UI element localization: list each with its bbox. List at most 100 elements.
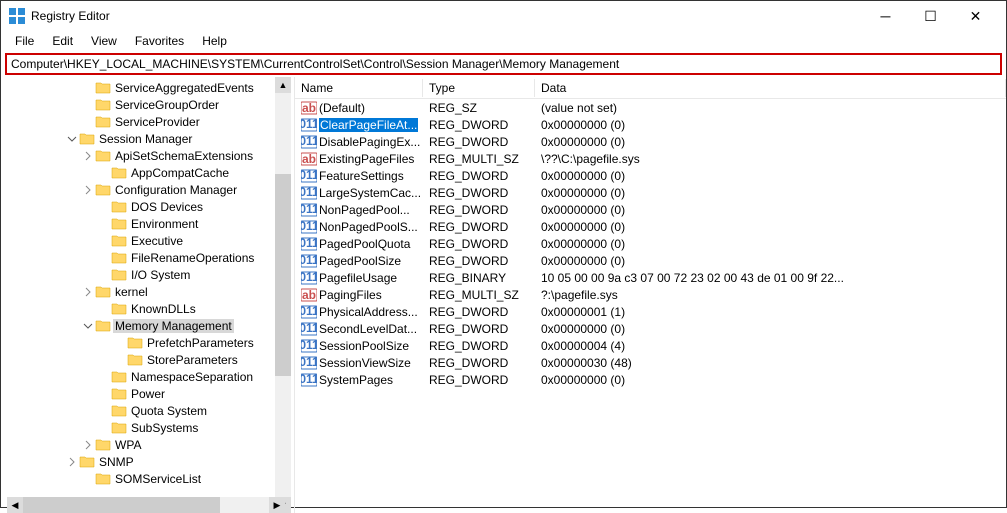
minimize-button[interactable]: ─ <box>863 1 908 31</box>
folder-icon <box>95 284 111 300</box>
value-name: SystemPages <box>319 373 393 387</box>
tree-item-label: AppCompatCache <box>129 166 231 180</box>
scroll-thumb[interactable] <box>275 174 291 376</box>
registry-value-row[interactable]: 011ClearPageFileAt...REG_DWORD0x00000000… <box>295 116 1006 133</box>
tree-item[interactable]: PrefetchParameters <box>1 334 275 351</box>
registry-value-row[interactable]: 011SessionPoolSizeREG_DWORD0x00000004 (4… <box>295 337 1006 354</box>
value-name-cell: 011SessionViewSize <box>295 356 423 370</box>
binary-value-icon: 011 <box>301 373 317 387</box>
tree-item[interactable]: I/O System <box>1 266 275 283</box>
tree[interactable]: ServiceAggregatedEventsServiceGroupOrder… <box>1 77 275 513</box>
expander-icon[interactable] <box>65 455 79 469</box>
tree-horizontal-scrollbar[interactable]: ◀ ▶ <box>7 497 285 513</box>
column-data[interactable]: Data <box>535 79 1006 97</box>
tree-item[interactable]: ServiceProvider <box>1 113 275 130</box>
expander-icon[interactable] <box>81 183 95 197</box>
expander-spacer <box>97 251 111 265</box>
tree-item[interactable]: Executive <box>1 232 275 249</box>
registry-value-row[interactable]: 011PhysicalAddress...REG_DWORD0x00000001… <box>295 303 1006 320</box>
tree-item[interactable]: DOS Devices <box>1 198 275 215</box>
registry-value-row[interactable]: 011NonPagedPoolS...REG_DWORD0x00000000 (… <box>295 218 1006 235</box>
expander-spacer <box>113 336 127 350</box>
tree-item-label: Executive <box>129 234 185 248</box>
value-name-cell: 011PhysicalAddress... <box>295 305 423 319</box>
scroll-right-icon[interactable]: ▶ <box>269 497 285 513</box>
tree-vertical-scrollbar[interactable]: ▲ ▼ <box>275 77 291 513</box>
tree-item[interactable]: Configuration Manager <box>1 181 275 198</box>
menu-edit[interactable]: Edit <box>44 32 81 50</box>
tree-item[interactable]: KnownDLLs <box>1 300 275 317</box>
tree-item[interactable]: Session Manager <box>1 130 275 147</box>
expander-icon[interactable] <box>81 149 95 163</box>
tree-item[interactable]: NamespaceSeparation <box>1 368 275 385</box>
value-name-cell: 011LargeSystemCac... <box>295 186 423 200</box>
column-type[interactable]: Type <box>423 79 535 97</box>
scroll-left-icon[interactable]: ◀ <box>7 497 23 513</box>
registry-value-row[interactable]: 011PagefileUsageREG_BINARY10 05 00 00 9a… <box>295 269 1006 286</box>
registry-value-row[interactable]: 011PagedPoolQuotaREG_DWORD0x00000000 (0) <box>295 235 1006 252</box>
menu-favorites[interactable]: Favorites <box>127 32 192 50</box>
registry-value-row[interactable]: 011DisablePagingEx...REG_DWORD0x00000000… <box>295 133 1006 150</box>
menu-view[interactable]: View <box>83 32 125 50</box>
value-name: DisablePagingEx... <box>319 135 420 149</box>
menu-file[interactable]: File <box>7 32 42 50</box>
tree-item-label: SNMP <box>97 455 136 469</box>
tree-item[interactable]: WPA <box>1 436 275 453</box>
close-button[interactable]: ✕ <box>953 1 998 31</box>
expander-icon[interactable] <box>81 438 95 452</box>
value-type: REG_MULTI_SZ <box>423 152 535 166</box>
address-bar[interactable]: Computer\HKEY_LOCAL_MACHINE\SYSTEM\Curre… <box>5 53 1002 75</box>
tree-item[interactable]: SubSystems <box>1 419 275 436</box>
scroll-thumb[interactable] <box>23 497 220 513</box>
registry-value-row[interactable]: abPagingFilesREG_MULTI_SZ?:\pagefile.sys <box>295 286 1006 303</box>
tree-item[interactable]: Quota System <box>1 402 275 419</box>
tree-item[interactable]: ApiSetSchemaExtensions <box>1 147 275 164</box>
registry-value-row[interactable]: ab(Default)REG_SZ(value not set) <box>295 99 1006 116</box>
value-type: REG_DWORD <box>423 322 535 336</box>
list-header: Name Type Data <box>295 77 1006 99</box>
tree-item[interactable]: Memory Management <box>1 317 275 334</box>
registry-value-row[interactable]: 011LargeSystemCac...REG_DWORD0x00000000 … <box>295 184 1006 201</box>
value-name: NonPagedPoolS... <box>319 220 418 234</box>
tree-pane: ServiceAggregatedEventsServiceGroupOrder… <box>1 77 291 513</box>
expander-icon[interactable] <box>81 285 95 299</box>
svg-text:011: 011 <box>301 169 317 182</box>
tree-item-label: ServiceProvider <box>113 115 202 129</box>
column-name[interactable]: Name <box>295 79 423 97</box>
expander-spacer <box>97 302 111 316</box>
binary-value-icon: 011 <box>301 305 317 319</box>
tree-item[interactable]: Power <box>1 385 275 402</box>
registry-value-row[interactable]: 011FeatureSettingsREG_DWORD0x00000000 (0… <box>295 167 1006 184</box>
folder-icon <box>111 369 127 385</box>
value-name: ExistingPageFiles <box>319 152 414 166</box>
scroll-track[interactable] <box>23 497 269 513</box>
tree-item-label: ApiSetSchemaExtensions <box>113 149 255 163</box>
registry-value-row[interactable]: 011SystemPagesREG_DWORD0x00000000 (0) <box>295 371 1006 388</box>
tree-item[interactable]: FileRenameOperations <box>1 249 275 266</box>
tree-item[interactable]: SOMServiceList <box>1 470 275 487</box>
registry-value-row[interactable]: abExistingPageFilesREG_MULTI_SZ\??\C:\pa… <box>295 150 1006 167</box>
registry-value-row[interactable]: 011SecondLevelDat...REG_DWORD0x00000000 … <box>295 320 1006 337</box>
scroll-up-icon[interactable]: ▲ <box>275 77 291 93</box>
expander-icon[interactable] <box>81 319 95 333</box>
tree-item[interactable]: kernel <box>1 283 275 300</box>
binary-value-icon: 011 <box>301 203 317 217</box>
registry-value-row[interactable]: 011NonPagedPool...REG_DWORD0x00000000 (0… <box>295 201 1006 218</box>
tree-item[interactable]: StoreParameters <box>1 351 275 368</box>
tree-item[interactable]: ServiceGroupOrder <box>1 96 275 113</box>
scroll-track[interactable] <box>275 93 291 497</box>
expander-icon[interactable] <box>65 132 79 146</box>
list-body[interactable]: ab(Default)REG_SZ(value not set)011Clear… <box>295 99 1006 388</box>
tree-item[interactable]: Environment <box>1 215 275 232</box>
tree-item[interactable]: AppCompatCache <box>1 164 275 181</box>
registry-value-row[interactable]: 011SessionViewSizeREG_DWORD0x00000030 (4… <box>295 354 1006 371</box>
value-name: PagingFiles <box>319 288 382 302</box>
menu-help[interactable]: Help <box>194 32 235 50</box>
folder-icon <box>111 267 127 283</box>
tree-item[interactable]: SNMP <box>1 453 275 470</box>
registry-value-row[interactable]: 011PagedPoolSizeREG_DWORD0x00000000 (0) <box>295 252 1006 269</box>
tree-item-label: ServiceAggregatedEvents <box>113 81 256 95</box>
expander-spacer <box>113 353 127 367</box>
maximize-button[interactable]: ☐ <box>908 1 953 31</box>
tree-item[interactable]: ServiceAggregatedEvents <box>1 79 275 96</box>
